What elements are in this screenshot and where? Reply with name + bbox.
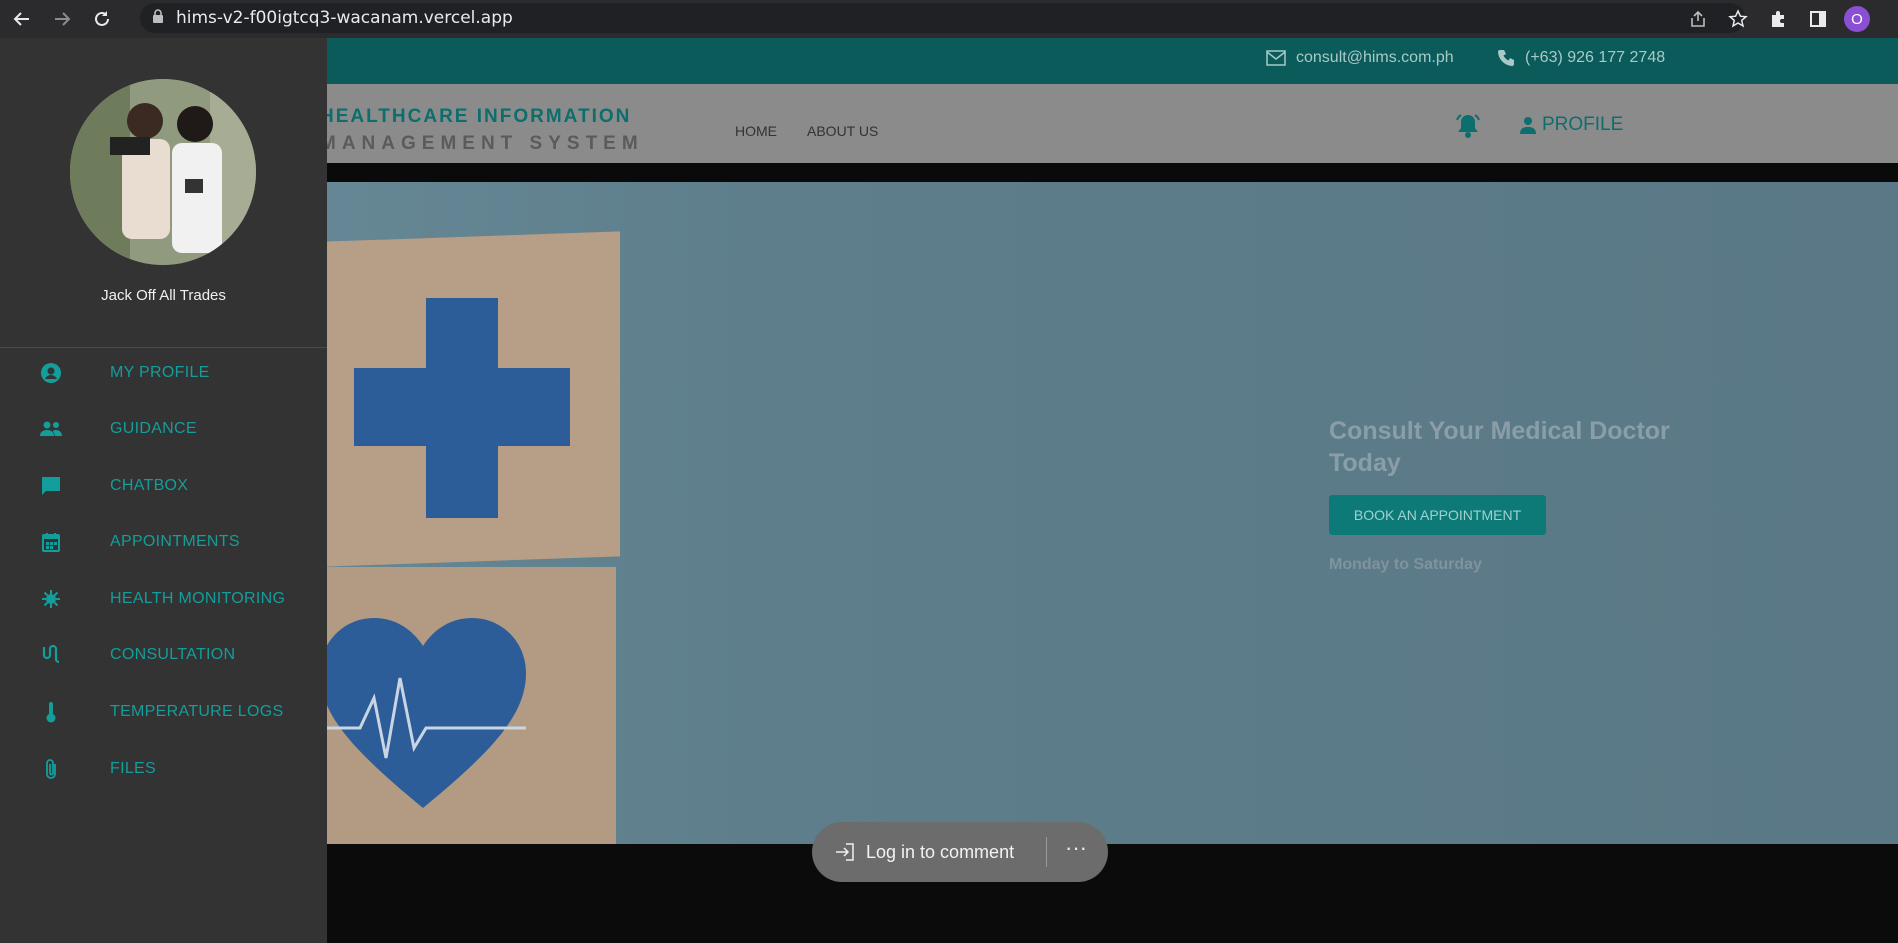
login-to-comment-button[interactable]: Log in to comment <box>812 842 1046 863</box>
address-bar[interactable]: hims-v2-f00igtcq3-wacanam.vercel.app <box>140 3 1745 33</box>
sidebar-drawer: Jack Off All Trades MY PROFILE GUIDANCE … <box>0 38 327 943</box>
browser-toolbar: hims-v2-f00igtcq3-wacanam.vercel.app O <box>0 0 1898 38</box>
sidebar-divider <box>0 347 327 348</box>
sidebar-item-label: MY PROFILE <box>110 364 210 381</box>
sidebar-item-temperature-logs[interactable]: TEMPERATURE LOGS <box>0 690 327 734</box>
brand-title-line1[interactable]: HEALTHCARE INFORMATION <box>320 106 631 128</box>
sidebar-item-guidance[interactable]: GUIDANCE <box>0 407 327 451</box>
people-icon <box>40 418 62 440</box>
phone-text: (+63) 926 177 2748 <box>1525 49 1666 66</box>
comment-bar: Log in to comment ··· <box>812 822 1108 882</box>
user-name: Jack Off All Trades <box>101 287 226 304</box>
brand-title-line2[interactable]: MANAGEMENT SYSTEM <box>320 133 644 155</box>
sidebar-item-my-profile[interactable]: MY PROFILE <box>0 351 327 395</box>
extensions-icon[interactable] <box>1764 5 1792 33</box>
sidebar-item-health-monitoring[interactable]: HEALTH MONITORING <box>0 577 327 621</box>
email-text: consult@hims.com.ph <box>1296 49 1454 66</box>
sidebar-item-label: HEALTH MONITORING <box>110 590 286 607</box>
nav-home[interactable]: HOME <box>735 123 777 139</box>
book-appointment-button[interactable]: BOOK AN APPOINTMENT <box>1329 495 1546 535</box>
back-button[interactable] <box>4 4 40 34</box>
reload-button[interactable] <box>84 4 120 34</box>
more-options-button[interactable]: ··· <box>1047 835 1087 869</box>
sidebar-item-chatbox[interactable]: CHATBOX <box>0 464 327 508</box>
browser-profile-avatar[interactable]: O <box>1844 6 1870 32</box>
schedule-days: Monday to Saturday <box>1329 556 1482 573</box>
account-circle-icon <box>40 362 62 384</box>
sidebar-item-label: FILES <box>110 760 156 777</box>
thermometer-icon <box>40 701 62 723</box>
chat-icon <box>40 475 62 497</box>
sidebar-item-label: GUIDANCE <box>110 420 197 437</box>
bookmark-star-icon[interactable] <box>1724 5 1752 33</box>
medical-cross-icon <box>354 298 570 518</box>
mail-icon <box>1266 50 1286 66</box>
paperclip-icon <box>40 758 62 780</box>
user-avatar[interactable] <box>70 79 256 265</box>
login-label: Log in to comment <box>866 841 1015 862</box>
forward-button[interactable] <box>44 4 80 34</box>
hero-title: Consult Your Medical Doctor Today <box>1329 417 1670 477</box>
person-icon <box>1520 117 1536 134</box>
side-panel-icon[interactable] <box>1804 5 1832 33</box>
sidebar-item-label: CONSULTATION <box>110 646 236 663</box>
sidebar-item-label: CHATBOX <box>110 477 189 494</box>
sidebar-item-files[interactable]: FILES <box>0 747 327 791</box>
phone-icon <box>1498 50 1514 66</box>
nav-about-us[interactable]: ABOUT US <box>807 123 878 139</box>
email-contact[interactable]: consult@hims.com.ph <box>1266 49 1454 67</box>
profile-link[interactable]: PROFILE <box>1520 114 1623 136</box>
sidebar-item-appointments[interactable]: APPOINTMENTS <box>0 520 327 564</box>
heart-pulse-icon <box>320 618 526 808</box>
notification-bell-icon[interactable] <box>1453 112 1483 145</box>
phone-contact[interactable]: (+63) 926 177 2748 <box>1497 49 1665 67</box>
url-text: hims-v2-f00igtcq3-wacanam.vercel.app <box>176 8 513 28</box>
virus-icon <box>40 588 62 610</box>
lock-icon <box>152 8 164 28</box>
sidebar-item-consultation[interactable]: CONSULTATION <box>0 633 327 677</box>
sidebar-item-label: TEMPERATURE LOGS <box>110 703 284 720</box>
calendar-icon <box>40 531 62 553</box>
share-icon[interactable] <box>1684 5 1712 33</box>
stethoscope-icon <box>40 644 62 666</box>
login-icon <box>836 843 854 861</box>
sidebar-item-label: APPOINTMENTS <box>110 533 240 550</box>
profile-label: PROFILE <box>1542 114 1624 135</box>
